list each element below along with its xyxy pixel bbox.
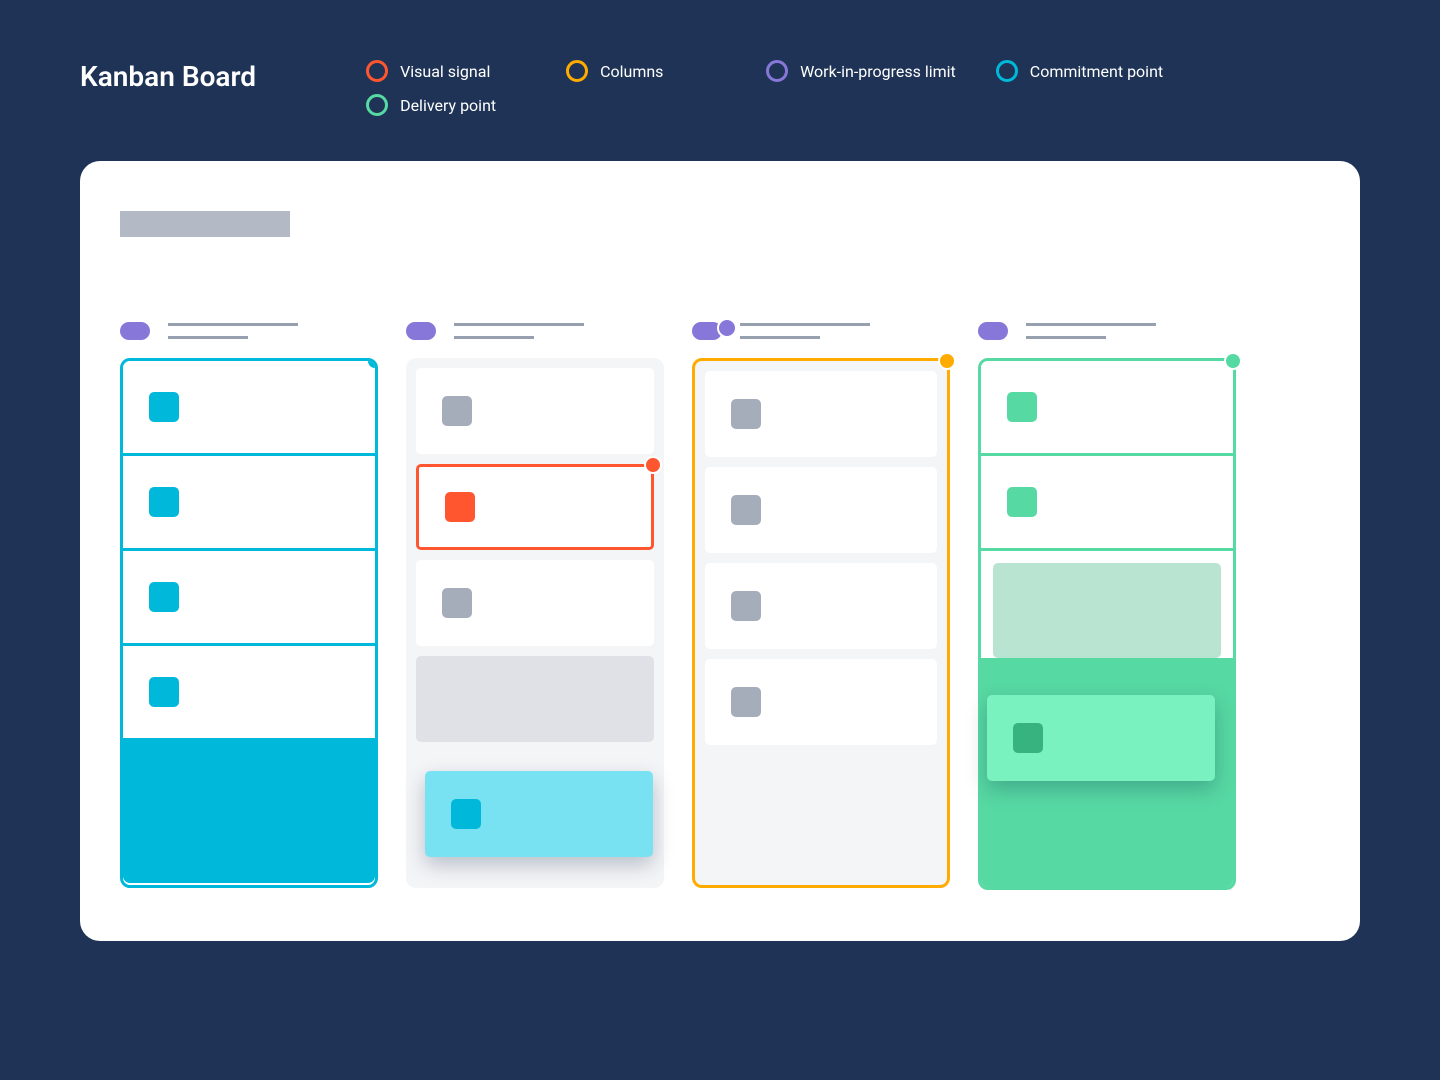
legend-item-delivery: Delivery point [366, 94, 526, 116]
column-header [978, 322, 1236, 340]
circle-icon [766, 60, 788, 82]
kanban-board [80, 161, 1360, 941]
wip-limit-marker [717, 318, 737, 338]
legend-label: Columns [600, 62, 663, 81]
column-title-placeholder [168, 323, 378, 339]
card-icon [1007, 392, 1037, 422]
legend-label: Commitment point [1030, 62, 1163, 81]
card-icon [731, 495, 761, 525]
delivery-point-marker [1224, 352, 1242, 370]
kanban-card[interactable] [416, 560, 654, 646]
column-done [978, 322, 1236, 890]
kanban-card[interactable] [981, 361, 1233, 456]
kanban-card[interactable] [416, 368, 654, 454]
card-icon [442, 396, 472, 426]
kanban-card[interactable] [123, 456, 375, 551]
kanban-card[interactable] [705, 467, 937, 553]
dragging-card[interactable] [425, 771, 653, 857]
wip-limit-badge [120, 322, 150, 340]
column-body[interactable] [120, 358, 378, 888]
card-icon [442, 588, 472, 618]
legend-item-visual-signal: Visual signal [366, 60, 526, 82]
columns-marker [938, 352, 956, 370]
legend-item-wip: Work-in-progress limit [766, 60, 956, 82]
card-icon [1007, 487, 1037, 517]
card-icon [731, 591, 761, 621]
page-title: Kanban Board [80, 60, 256, 93]
column-title-placeholder [740, 323, 950, 339]
kanban-card[interactable] [981, 456, 1233, 551]
column-header [406, 322, 664, 340]
card-icon [451, 799, 481, 829]
circle-icon [996, 60, 1018, 82]
card-icon [149, 392, 179, 422]
column-review [692, 322, 950, 890]
column-body[interactable] [692, 358, 950, 888]
legend-label: Work-in-progress limit [800, 62, 956, 81]
column-body[interactable] [978, 358, 1236, 890]
kanban-card[interactable] [705, 563, 937, 649]
board-title-placeholder [120, 211, 290, 237]
kanban-card[interactable] [123, 646, 375, 741]
card-icon [149, 487, 179, 517]
legend-label: Visual signal [400, 62, 490, 81]
column-header [692, 322, 950, 340]
card-icon [731, 687, 761, 717]
kanban-card-visual-signal[interactable] [416, 464, 654, 550]
header: Kanban Board Visual signal Columns Work-… [80, 60, 1360, 116]
column-title-placeholder [454, 323, 664, 339]
circle-icon [366, 94, 388, 116]
wip-limit-badge [978, 322, 1008, 340]
legend-item-columns: Columns [566, 60, 726, 82]
card-icon [149, 582, 179, 612]
circle-icon [366, 60, 388, 82]
columns-container [120, 322, 1320, 890]
legend-label: Delivery point [400, 96, 496, 115]
column-title-placeholder [1026, 323, 1236, 339]
card-icon [1013, 723, 1043, 753]
column-header [120, 322, 378, 340]
kanban-card[interactable] [123, 551, 375, 646]
wip-limit-badge [406, 322, 436, 340]
visual-signal-marker [644, 456, 662, 474]
column-commitment [120, 322, 378, 890]
dragging-card[interactable] [987, 695, 1215, 781]
legend: Visual signal Columns Work-in-progress l… [366, 60, 1166, 116]
card-icon [445, 492, 475, 522]
kanban-card[interactable] [705, 371, 937, 457]
card-dropzone[interactable] [993, 563, 1221, 658]
kanban-card[interactable] [123, 361, 375, 456]
card-icon [149, 677, 179, 707]
card-dropzone[interactable] [416, 656, 654, 742]
kanban-card[interactable] [705, 659, 937, 745]
legend-item-commitment: Commitment point [996, 60, 1163, 82]
circle-icon [566, 60, 588, 82]
card-icon [731, 399, 761, 429]
column-empty-area [123, 741, 375, 883]
